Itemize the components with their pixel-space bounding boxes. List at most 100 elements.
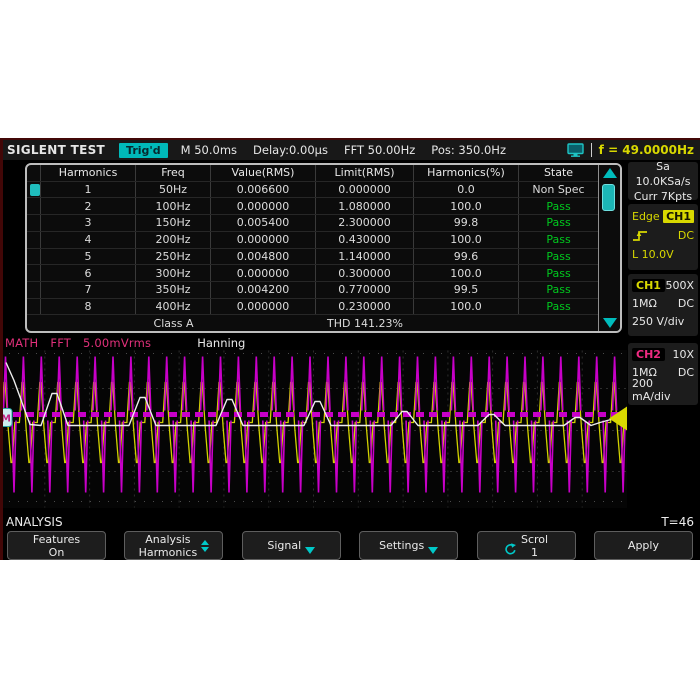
channel1-info[interactable]: CH1 500X 1MΩ DC 250 V/div <box>628 274 698 336</box>
cell-state: Pass <box>519 232 598 248</box>
cell-state: Pass <box>519 265 598 281</box>
cell-freq: 300Hz <box>136 265 211 281</box>
footer-class: Class A <box>136 315 211 331</box>
table-row[interactable]: 2 100Hz 0.000000 1.080000 100.0 Pass <box>27 198 598 215</box>
table-row[interactable]: 8 400Hz 0.000000 0.230000 100.0 Pass <box>27 299 598 316</box>
dropdown-arrow-icon <box>305 547 315 554</box>
oscilloscope-screen: SIGLENT TEST Trig'd M 50.0ms Delay:0.00µ… <box>0 138 700 560</box>
table-row[interactable]: 1 50Hz 0.006600 0.000000 0.0 Non Spec <box>27 182 598 199</box>
signal-button[interactable]: Signal <box>242 531 341 560</box>
cell-harmonics: 1 <box>41 182 136 198</box>
ch2-label: CH2 <box>632 348 665 361</box>
rotate-knob-icon <box>504 543 517 556</box>
cell-pct: 100.0 <box>414 198 519 214</box>
cell-freq: 100Hz <box>136 198 211 214</box>
math-marker-label: M <box>1 414 11 425</box>
header-value: Value(RMS) <box>211 165 316 181</box>
cell-limit: 2.300000 <box>316 215 414 231</box>
apply-button[interactable]: Apply <box>594 531 693 560</box>
analysis-type-label: Analysis <box>145 533 190 546</box>
apply-label: Apply <box>628 539 659 552</box>
scroll-down-icon[interactable] <box>603 318 617 328</box>
rising-edge-icon <box>632 228 648 243</box>
header-limit: Limit(RMS) <box>316 165 414 181</box>
settings-label: Settings <box>379 539 424 552</box>
cell-limit: 0.770000 <box>316 282 414 298</box>
dropdown-arrow-icon <box>428 547 438 554</box>
cell-pct: 100.0 <box>414 232 519 248</box>
cell-harmonics: 8 <box>41 299 136 315</box>
cell-value: 0.006600 <box>211 182 316 198</box>
trigger-level: L 10.0V <box>632 248 674 261</box>
cell-limit: 0.430000 <box>316 232 414 248</box>
trigger-source-badge: CH1 <box>663 210 694 223</box>
features-button[interactable]: Features On <box>7 531 106 560</box>
cell-pct: 99.5 <box>414 282 519 298</box>
cell-state: Non Spec <box>519 182 598 198</box>
row-selector-cell <box>27 182 41 198</box>
table-row[interactable]: 7 350Hz 0.004200 0.770000 99.5 Pass <box>27 282 598 299</box>
row-selector-cell <box>27 265 41 281</box>
table-row[interactable]: 5 250Hz 0.004800 1.140000 99.6 Pass <box>27 249 598 266</box>
cell-pct: 100.0 <box>414 265 519 281</box>
position-readout: Pos: 350.0Hz <box>431 143 506 157</box>
settings-button[interactable]: Settings <box>359 531 458 560</box>
trigger-count: T=46 <box>661 515 694 529</box>
trigger-info[interactable]: Edge CH1 DC L 10.0V <box>628 204 698 270</box>
ch2-attenuation: 10X <box>672 348 694 361</box>
signal-label: Signal <box>267 539 301 552</box>
bezel-top <box>0 0 700 138</box>
table-row[interactable]: 4 200Hz 0.000000 0.430000 100.0 Pass <box>27 232 598 249</box>
cell-limit: 1.140000 <box>316 249 414 265</box>
row-selector-cell <box>27 232 41 248</box>
cell-freq: 250Hz <box>136 249 211 265</box>
bezel-bottom <box>0 560 700 700</box>
cell-limit: 0.000000 <box>316 182 414 198</box>
monitor-icon <box>567 143 584 157</box>
row-selector-cell <box>27 249 41 265</box>
channel2-info[interactable]: CH2 10X 1MΩ DC 200 mA/div <box>628 343 698 405</box>
math-scale: 5.00mVrms <box>83 336 151 350</box>
analysis-type-button[interactable]: Analysis Harmonics <box>124 531 223 560</box>
analysis-type-value: Harmonics <box>139 546 198 559</box>
cell-state: Pass <box>519 215 598 231</box>
row-selector-cell <box>27 299 41 315</box>
cell-limit: 1.080000 <box>316 198 414 214</box>
scroll-up-icon[interactable] <box>603 168 617 178</box>
cell-value: 0.004800 <box>211 249 316 265</box>
frequency-counter: f = 49.0000Hz <box>599 143 694 157</box>
waveform-svg: M <box>0 350 627 508</box>
ch1-impedance: 1MΩ <box>632 297 657 310</box>
trigger-coupling: DC <box>678 229 694 242</box>
scrollbar-handle[interactable] <box>602 184 615 211</box>
softkey-menu: Features On Analysis Harmonics Signal Se… <box>0 531 700 560</box>
math-mode: FFT <box>50 336 71 350</box>
updown-arrows-icon <box>201 540 209 552</box>
row-selector-cell <box>27 215 41 231</box>
acquisition-info[interactable]: Sa 10.0KSa/s Curr 7Kpts <box>628 162 698 200</box>
delay-readout: Delay:0.00µs <box>253 143 328 157</box>
table-body: Harmonics Freq Value(RMS) Limit(RMS) Har… <box>27 165 598 331</box>
cell-state: Pass <box>519 282 598 298</box>
header-harmonics: Harmonics <box>41 165 136 181</box>
cell-harmonics: 5 <box>41 249 136 265</box>
device-label: SIGLENT TEST <box>7 143 105 157</box>
status-bar: SIGLENT TEST Trig'd M 50.0ms Delay:0.00µ… <box>0 140 700 160</box>
cell-state: Pass <box>519 198 598 214</box>
memory-depth: Curr 7Kpts <box>628 189 698 204</box>
scroll-button[interactable]: Scrol 1 <box>477 531 576 560</box>
cell-pct: 99.6 <box>414 249 519 265</box>
row-selected-indicator <box>30 184 40 196</box>
fft-readout: FFT 50.00Hz <box>344 143 415 157</box>
cell-value: 0.004200 <box>211 282 316 298</box>
trigger-type: Edge <box>632 210 660 223</box>
math-readout-line: MATH FFT 5.00mVrms Hanning <box>0 335 627 350</box>
table-footer-row: Class A THD 141.23% <box>27 315 598 331</box>
analysis-row: ANALYSIS T=46 <box>0 512 700 531</box>
ch1-label: CH1 <box>632 279 665 292</box>
ch2-trace <box>4 357 626 493</box>
table-row[interactable]: 6 300Hz 0.000000 0.300000 100.0 Pass <box>27 265 598 282</box>
table-row[interactable]: 3 150Hz 0.005400 2.300000 99.8 Pass <box>27 215 598 232</box>
cell-freq: 350Hz <box>136 282 211 298</box>
header-selector <box>27 165 41 181</box>
